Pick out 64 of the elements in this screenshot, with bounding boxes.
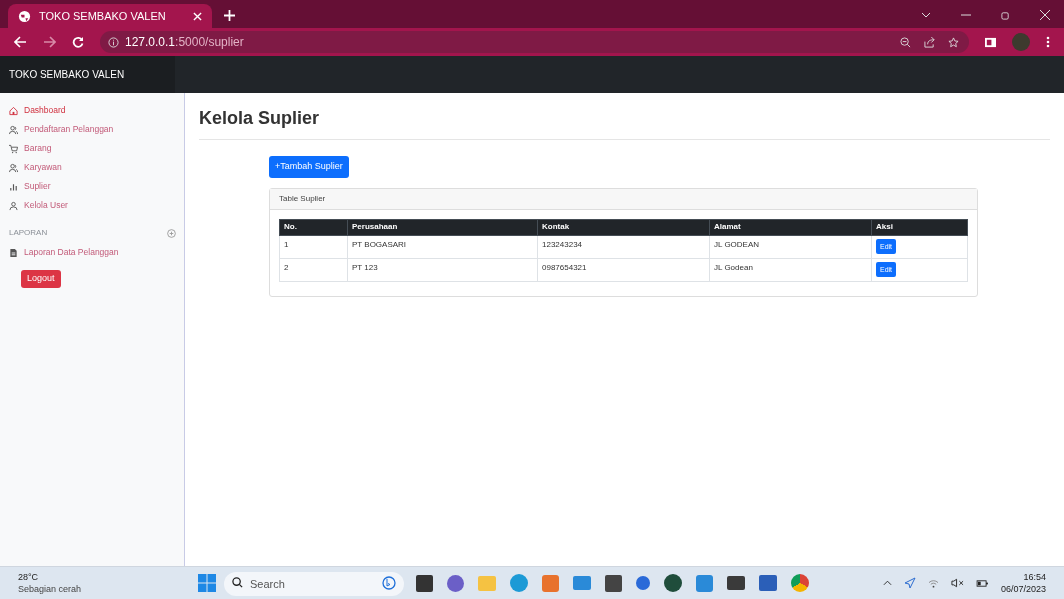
table-cell: PT BOGASARI (347, 235, 538, 259)
close-icon[interactable] (1040, 10, 1050, 20)
page-title: Kelola Suplier (199, 105, 1050, 140)
sidebar-link[interactable]: Pendaftaran Pelanggan (9, 122, 176, 137)
table-cell: 0987654321 (537, 258, 710, 282)
plus-circle-icon[interactable] (167, 228, 176, 238)
battery-icon[interactable] (975, 578, 989, 588)
table-cell: PT 123 (347, 258, 538, 282)
back-arrow-icon[interactable] (14, 36, 27, 48)
sidebar-link[interactable]: Karyawan (9, 160, 176, 175)
users-icon (9, 124, 18, 135)
bing-icon[interactable] (382, 576, 396, 590)
chevron-up-icon[interactable] (882, 580, 892, 586)
tab-title: TOKO SEMBAKO VALEN (39, 8, 167, 24)
restore-icon[interactable] (1001, 10, 1010, 20)
section-heading: LAPORAN (9, 227, 48, 239)
bar-chart-icon (9, 181, 18, 192)
share-icon[interactable] (924, 36, 935, 48)
card-title: Table Suplier (279, 192, 326, 205)
column-header: No. (279, 219, 348, 236)
windows-start-icon[interactable] (198, 574, 216, 592)
info-icon[interactable] (108, 36, 119, 48)
globe-icon (18, 9, 31, 23)
reload-icon[interactable] (72, 36, 84, 48)
zoom-out-icon[interactable] (900, 36, 911, 48)
url-text: 127.0.0.1:5000/suplier (125, 34, 244, 51)
chevron-down-icon[interactable] (921, 12, 931, 18)
search-field[interactable]: Search (224, 572, 404, 596)
muted-speaker-icon[interactable] (950, 578, 964, 588)
file-icon (9, 247, 18, 258)
table-cell: 1 (279, 235, 348, 259)
column-header: Aksi (871, 219, 968, 236)
sidebar-link[interactable]: Laporan Data Pelanggan (9, 245, 176, 260)
column-header: Alamat (709, 219, 872, 236)
column-header: Kontak (537, 219, 710, 236)
forward-arrow-icon[interactable] (43, 36, 56, 48)
more-icon[interactable] (1046, 36, 1050, 48)
location-arrow-icon[interactable] (903, 577, 916, 589)
sidebar-link[interactable]: Kelola User (9, 198, 176, 213)
sidebar-link[interactable]: Suplier (9, 179, 176, 194)
logout-button[interactable]: Logout (21, 270, 61, 288)
table-cell: 2 (279, 258, 348, 282)
sidebar-link[interactable]: Barang (9, 141, 176, 156)
new-tab-icon[interactable] (224, 10, 235, 21)
clock-time[interactable]: 16:54 (1023, 571, 1046, 583)
table-cell: 123243234 (537, 235, 710, 259)
table-cell: JL Godean (709, 258, 872, 282)
browser-tab[interactable]: TOKO SEMBAKO VALEN (8, 4, 212, 28)
column-header: Perusahaan (347, 219, 538, 236)
house-icon (9, 105, 18, 116)
wifi-icon[interactable] (927, 578, 939, 588)
star-icon[interactable] (948, 36, 959, 48)
cart-icon (9, 143, 18, 154)
clock-date[interactable]: 06/07/2023 (1000, 583, 1046, 595)
user-icon (9, 200, 18, 211)
sidebar-icon[interactable] (985, 36, 996, 48)
weather-description[interactable]: Sebagian cerah (18, 583, 198, 595)
search-icon (232, 577, 243, 588)
table-cell: JL GODEAN (709, 235, 872, 259)
add-supplier-button[interactable]: +Tambah Suplier (269, 155, 349, 178)
sidebar-link[interactable]: Dashboard (9, 103, 176, 118)
address-bar[interactable]: 127.0.0.1:5000/suplier (100, 31, 969, 53)
weather-temperature[interactable]: 28°C (18, 571, 198, 583)
users-icon (9, 162, 18, 173)
